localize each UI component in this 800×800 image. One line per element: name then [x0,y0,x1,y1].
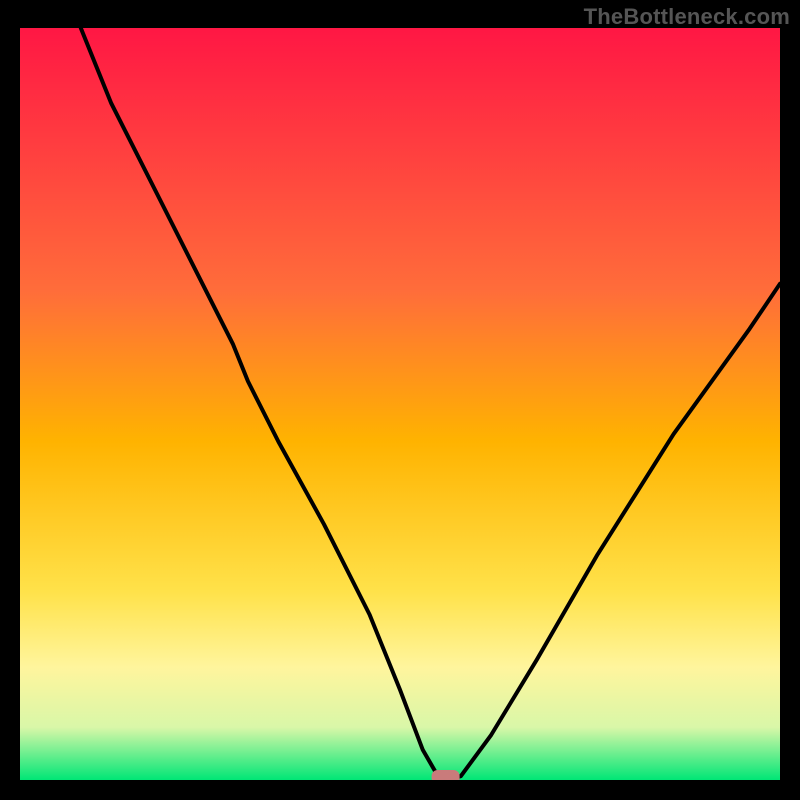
minimum-marker [432,770,460,780]
watermark-text: TheBottleneck.com [584,4,790,30]
chart-svg [20,28,780,780]
chart-plot-area [20,28,780,780]
chart-frame: TheBottleneck.com [0,0,800,800]
gradient-background [20,28,780,780]
